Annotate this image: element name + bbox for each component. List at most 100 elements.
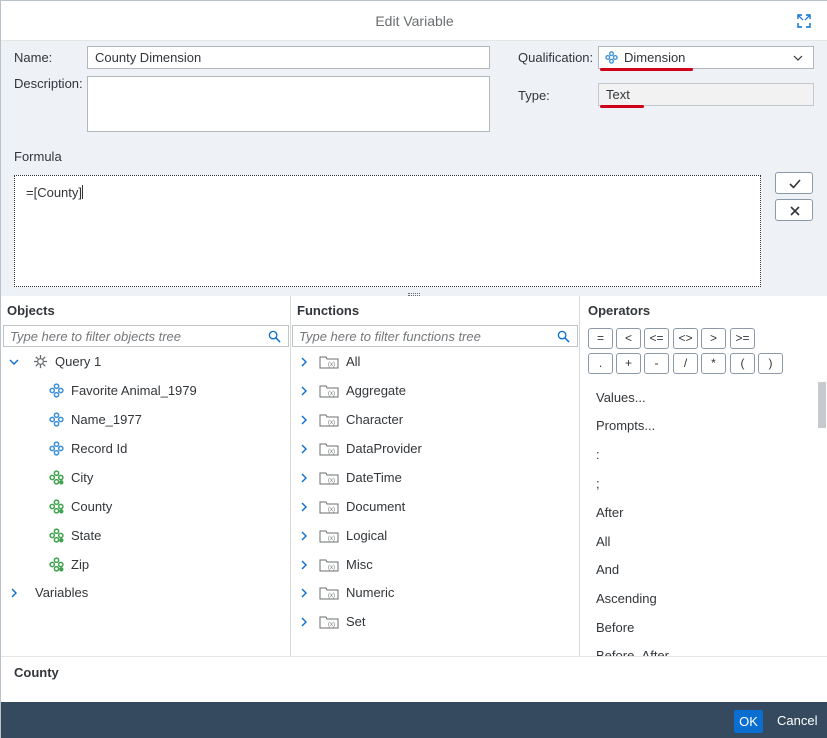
search-icon[interactable]	[268, 330, 281, 343]
dimension-icon	[49, 441, 64, 456]
chevron-right-icon[interactable]	[297, 586, 311, 600]
svg-text:(x): (x)	[328, 593, 335, 599]
function-group-label: DataProvider	[346, 441, 422, 456]
function-group[interactable]: (x) Character	[297, 405, 403, 434]
text-caret	[82, 185, 84, 199]
cancel-button[interactable]: Cancel	[777, 713, 817, 728]
geo-dimension-icon	[49, 528, 64, 543]
query-icon	[33, 354, 48, 369]
properties-panel: Name: County Dimension Description: Qual…	[1, 41, 827, 293]
svg-text:(x): (x)	[328, 478, 335, 484]
name-label: Name:	[14, 50, 53, 65]
chevron-right-icon[interactable]	[297, 529, 311, 543]
chevron-right-icon[interactable]	[297, 471, 311, 485]
formula-editor[interactable]: =[County]	[14, 175, 761, 287]
type-label: Type:	[518, 88, 550, 103]
function-group[interactable]: (x) DateTime	[297, 463, 402, 492]
description-input[interactable]	[87, 76, 490, 132]
operator-button[interactable]: =	[588, 328, 613, 349]
operator-button[interactable]: .	[588, 353, 613, 374]
operator-list-item[interactable]: After	[596, 505, 623, 520]
function-group[interactable]: (x) DataProvider	[297, 434, 422, 463]
function-group[interactable]: (x) Misc	[297, 550, 373, 579]
tree-item-variables[interactable]: Variables	[7, 578, 88, 607]
function-group-label: Numeric	[346, 585, 395, 600]
operator-list-scrollbar[interactable]	[818, 382, 826, 428]
name-input[interactable]: County Dimension	[87, 46, 490, 69]
expand-icon[interactable]	[796, 13, 812, 29]
functions-header: Functions	[297, 303, 360, 318]
tree-item-geo-dimension[interactable]: State	[49, 521, 101, 550]
edit-variable-dialog: Edit Variable Name: County Dimension Des…	[0, 0, 827, 738]
tree-item-dimension[interactable]: Record Id	[49, 434, 127, 463]
validate-formula-button[interactable]	[775, 172, 813, 194]
function-group-label: Character	[346, 412, 404, 427]
ok-button[interactable]: OK	[734, 710, 763, 733]
operator-button[interactable]: >	[701, 328, 726, 349]
operator-button[interactable]: -	[644, 353, 669, 374]
operator-list-item[interactable]: Before_After	[596, 648, 669, 656]
function-group[interactable]: (x) Logical	[297, 521, 387, 550]
search-icon[interactable]	[557, 330, 570, 343]
qualification-select[interactable]: Dimension	[598, 46, 814, 69]
operator-list-item[interactable]: Prompts...	[596, 418, 655, 433]
chevron-right-icon[interactable]	[297, 413, 311, 427]
svg-text:(x): (x)	[328, 622, 335, 628]
operator-button[interactable]: <	[616, 328, 641, 349]
geo-dimension-icon	[49, 470, 64, 485]
operator-button[interactable]: <>	[673, 328, 698, 349]
tree-item-query[interactable]: Query 1	[7, 347, 101, 376]
operator-button[interactable]: (	[730, 353, 755, 374]
operator-button[interactable]: )	[758, 353, 783, 374]
chevron-right-icon[interactable]	[7, 586, 21, 600]
tree-item-geo-dimension[interactable]: Zip	[49, 550, 89, 579]
tree-item-label: Query 1	[55, 354, 102, 369]
function-group[interactable]: (x) Set	[297, 607, 366, 636]
tree-item-geo-dimension[interactable]: County	[49, 492, 112, 521]
selected-object-name: County	[14, 665, 59, 680]
objects-panel: Objects Type here to filter objects tree…	[1, 296, 290, 656]
svg-text:(x): (x)	[328, 420, 335, 426]
operator-list-item[interactable]: :	[596, 447, 600, 462]
function-group[interactable]: (x) Numeric	[297, 578, 394, 607]
functions-filter-input[interactable]: Type here to filter functions tree	[292, 325, 578, 347]
operator-button[interactable]: /	[673, 353, 698, 374]
objects-filter-input[interactable]: Type here to filter objects tree	[3, 325, 289, 347]
functions-panel: Functions Type here to filter functions …	[291, 296, 579, 656]
tree-item-geo-dimension[interactable]: City	[49, 463, 93, 492]
clear-formula-button[interactable]	[775, 199, 813, 221]
tree-item-dimension[interactable]: Favorite Animal_1979	[49, 376, 197, 405]
operator-list-item[interactable]: And	[596, 562, 619, 577]
tree-item-label: Favorite Animal_1979	[71, 383, 197, 398]
operator-button[interactable]: +	[616, 353, 641, 374]
chevron-right-icon[interactable]	[297, 384, 311, 398]
function-group[interactable]: (x) Document	[297, 492, 405, 521]
function-folder-icon: (x)	[319, 559, 339, 572]
tree-item-dimension[interactable]: Name_1977	[49, 405, 142, 434]
chevron-right-icon[interactable]	[297, 355, 311, 369]
operator-list-item[interactable]: Values...	[596, 390, 646, 405]
operator-button[interactable]: <=	[644, 328, 669, 349]
chevron-right-icon[interactable]	[297, 500, 311, 514]
operator-list[interactable]: Values... Prompts... : ; After All And A…	[580, 381, 817, 656]
chevron-right-icon[interactable]	[297, 615, 311, 629]
chevron-down-icon[interactable]	[7, 355, 21, 369]
function-group-label: All	[346, 354, 361, 369]
operator-button[interactable]: *	[701, 353, 726, 374]
function-group[interactable]: (x) All	[297, 347, 360, 376]
operator-list-item[interactable]: Ascending	[596, 591, 657, 606]
geo-dimension-icon	[49, 499, 64, 514]
operator-list-item[interactable]: All	[596, 534, 610, 549]
operator-list-item[interactable]: ;	[596, 476, 600, 491]
chevron-right-icon[interactable]	[297, 442, 311, 456]
operator-list-item[interactable]: Before	[596, 620, 634, 635]
dimension-icon	[605, 51, 618, 64]
function-folder-icon: (x)	[319, 530, 339, 543]
operator-button[interactable]: >=	[730, 328, 755, 349]
chevron-right-icon[interactable]	[297, 558, 311, 572]
function-folder-icon: (x)	[319, 587, 339, 600]
tree-item-label: Variables	[35, 585, 89, 600]
function-group[interactable]: (x) Aggregate	[297, 376, 406, 405]
function-folder-icon: (x)	[319, 385, 339, 398]
function-folder-icon: (x)	[319, 414, 339, 427]
